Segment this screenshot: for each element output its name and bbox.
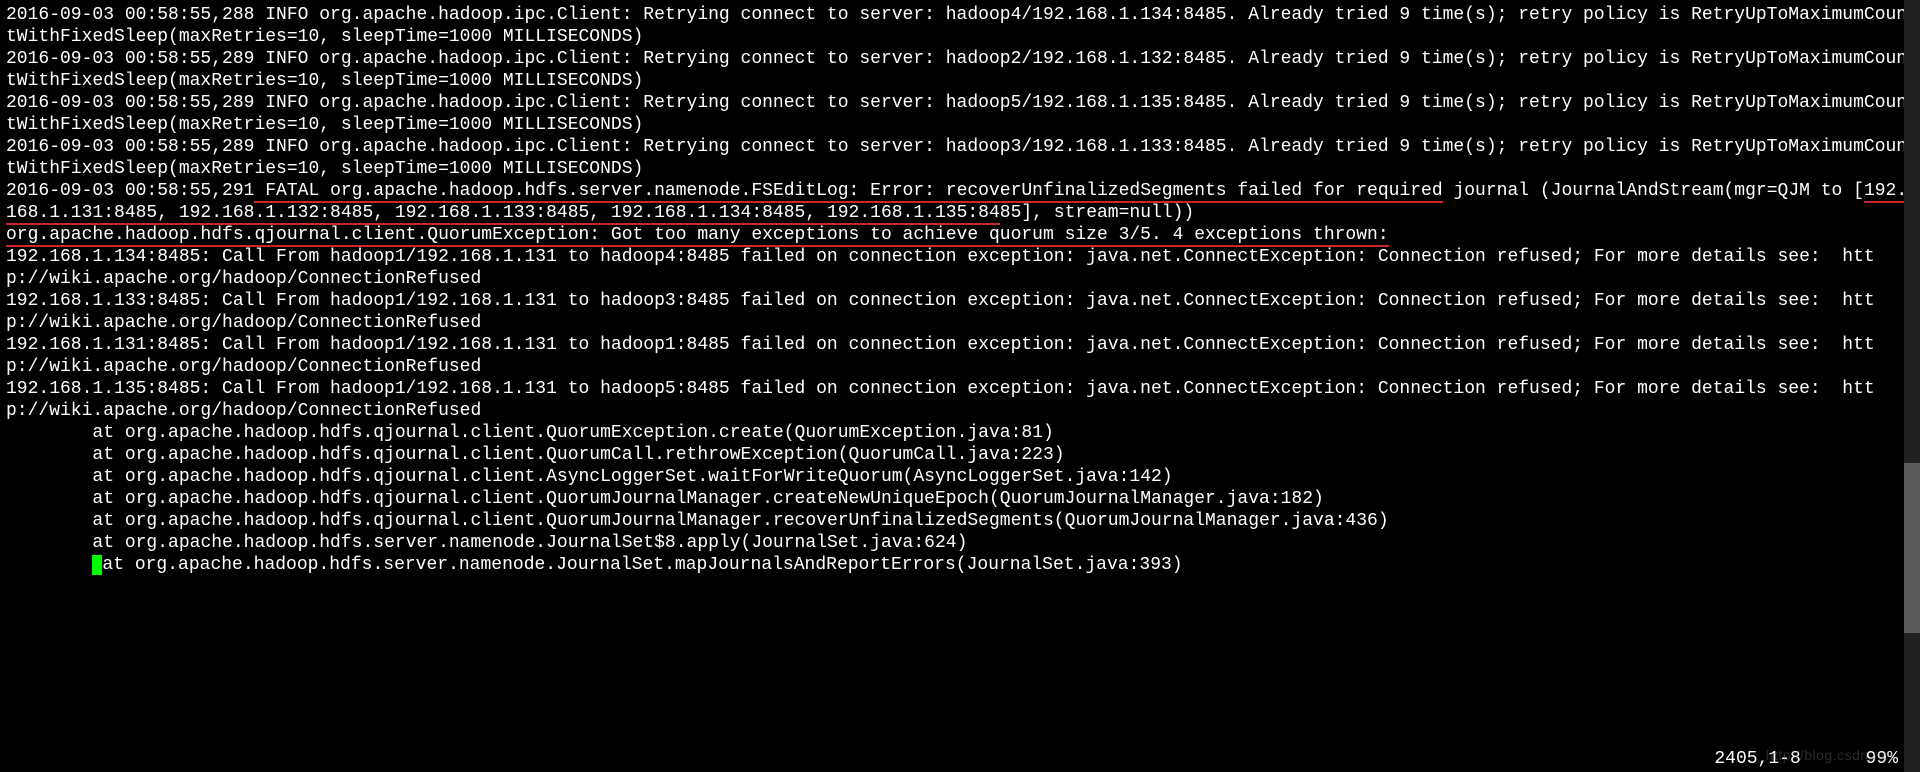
scrollbar-thumb[interactable] [1904,463,1920,633]
terminal-output[interactable]: 2016-09-03 00:58:55,288 INFO org.apache.… [0,0,1920,772]
log-line: 192.168.1.131:8485: Call From hadoop1/19… [6,335,1875,377]
stack-trace-line: at org.apache.hadoop.hdfs.qjournal.clien… [6,489,1324,509]
stack-trace-line: at org.apache.hadoop.hdfs.server.namenod… [6,533,967,553]
log-line: 2016-09-03 00:58:55,289 INFO org.apache.… [6,137,1907,179]
cursor-icon [92,555,102,575]
log-line: 2016-09-03 00:58:55,288 INFO org.apache.… [6,5,1907,47]
log-line: 2016-09-03 00:58:55,289 INFO org.apache.… [6,49,1907,91]
watermark: http://blog.csdn.net [1766,744,1894,766]
stack-trace-line: at org.apache.hadoop.hdfs.qjournal.clien… [6,511,1389,531]
log-line: 2016-09-03 00:58:55,289 INFO org.apache.… [6,93,1907,135]
underlined-error: 192.168.1.133:8485, 192.168.1.134:8485, … [395,203,1000,225]
underlined-error: FATAL org.apache.hadoop.hdfs.server.name… [254,181,1442,203]
stack-trace-line: at org.apache.hadoop.hdfs.qjournal.clien… [6,445,1065,465]
scrollbar[interactable] [1904,0,1920,772]
log-line: 192.168.1.134:8485: Call From hadoop1/19… [6,247,1875,289]
log-line: 192.168.1.133:8485: Call From hadoop1/19… [6,291,1875,333]
stack-trace-line: at org.apache.hadoop.hdfs.server.namenod… [6,555,1183,575]
log-line: 192.168.1.135:8485: Call From hadoop1/19… [6,379,1875,421]
stack-trace-line: at org.apache.hadoop.hdfs.qjournal.clien… [6,423,1054,443]
stack-trace-line: at org.apache.hadoop.hdfs.qjournal.clien… [6,467,1173,487]
log-line-fatal: 2016-09-03 00:58:55,291 FATAL org.apache… [6,181,1907,225]
underlined-error: org.apache.hadoop.hdfs.qjournal.client.Q… [6,225,1389,247]
